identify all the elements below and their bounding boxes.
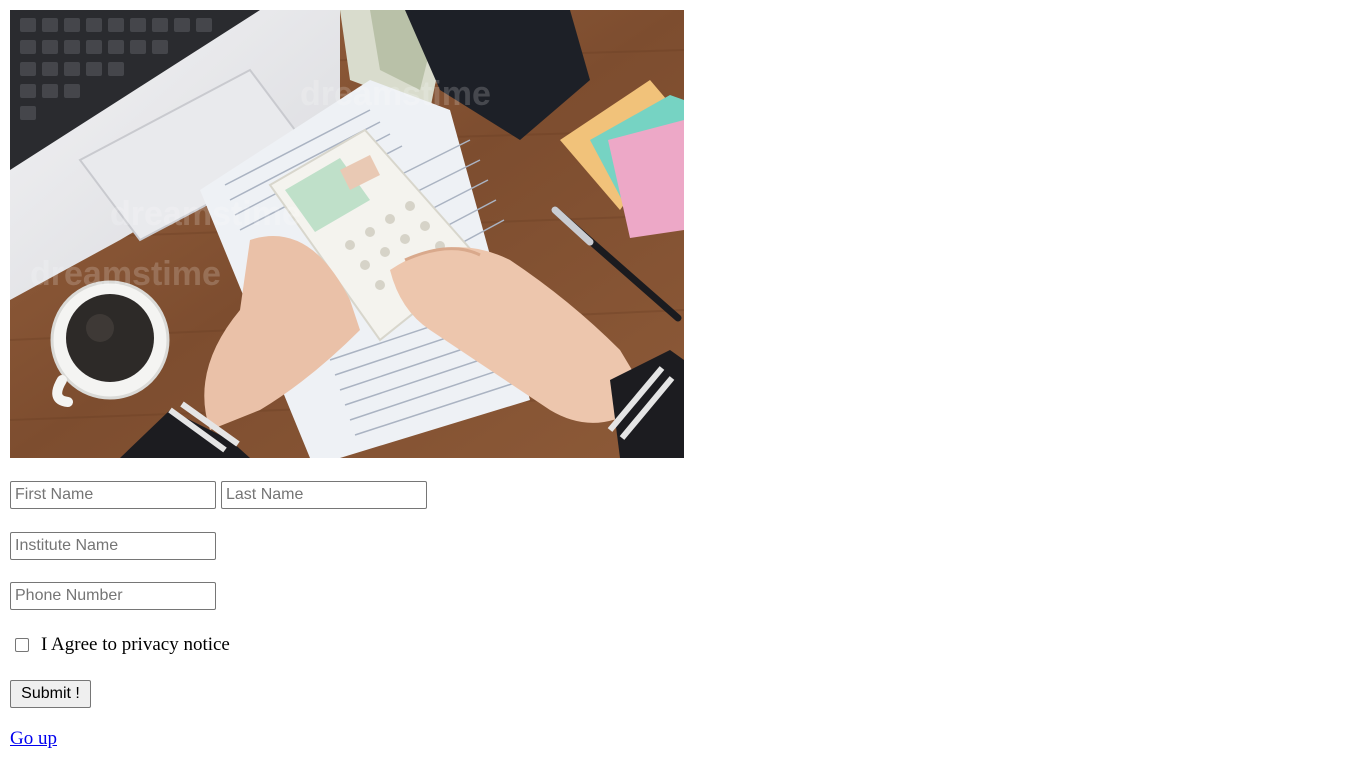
hero-image: dreamstime dreamstime dreamstime <box>10 10 684 458</box>
privacy-agree-checkbox[interactable] <box>15 638 29 652</box>
submit-button[interactable]: Submit ! <box>10 680 91 708</box>
svg-text:dreamstime: dreamstime <box>110 195 301 233</box>
go-up-link[interactable]: Go up <box>10 728 57 750</box>
privacy-agree-row: I Agree to privacy notice <box>14 634 230 656</box>
photo-desk-calculator: dreamstime dreamstime dreamstime <box>10 10 684 458</box>
phone-number-input[interactable] <box>10 582 216 610</box>
last-name-input[interactable] <box>221 481 427 509</box>
privacy-agree-label[interactable]: I Agree to privacy notice <box>41 634 230 656</box>
svg-text:dreamstime: dreamstime <box>30 255 221 293</box>
institute-name-input[interactable] <box>10 532 216 560</box>
svg-text:dreamstime: dreamstime <box>300 75 491 113</box>
first-name-input[interactable] <box>10 481 216 509</box>
